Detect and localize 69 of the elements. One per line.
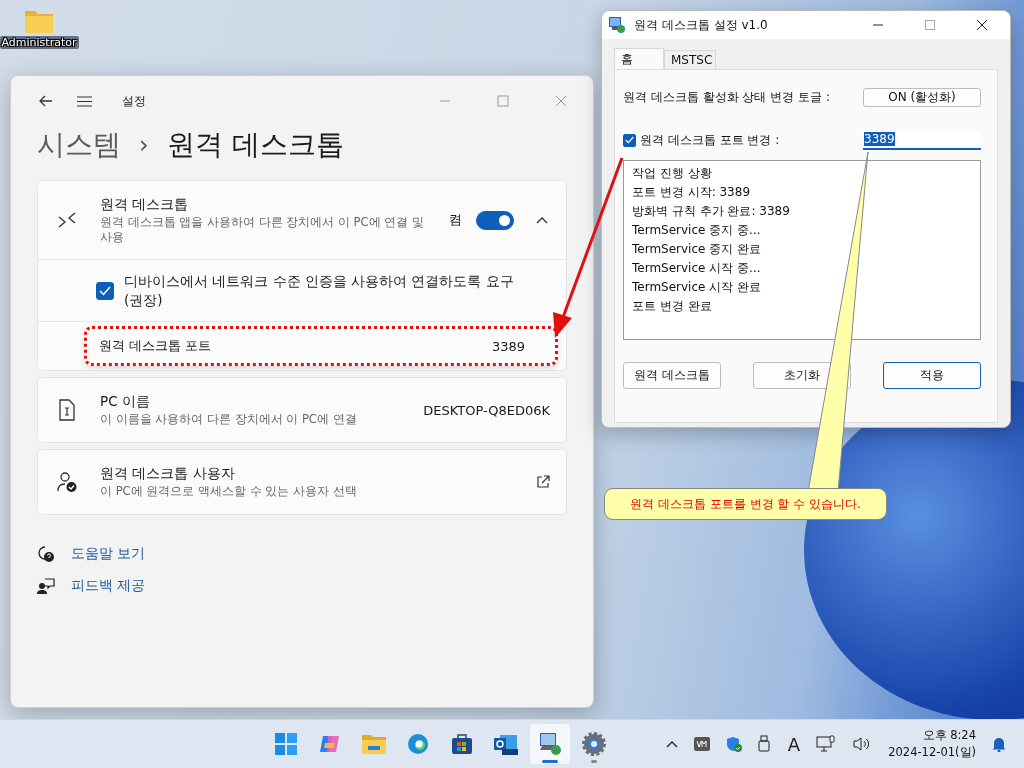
port-checkbox[interactable] — [623, 133, 636, 147]
checkbox-label: 원격 데스크톱 포트 변경 : — [640, 131, 780, 149]
shield-check-icon[interactable] — [725, 736, 742, 752]
setting-card[interactable]: 원격 데스크톱 사용자 이 PC에 원격으로 액세스할 수 있는 사용자 선택 — [37, 449, 567, 515]
log-line: TermService 중지 완료 — [632, 241, 763, 258]
action-button[interactable]: 적용 — [883, 362, 981, 389]
external-link-icon[interactable] — [536, 475, 550, 489]
setting-card[interactable]: PC 이름 이 이름을 사용하여 다른 장치에서 이 PC에 연결 DESKTOP-Q8ED06K — [37, 377, 567, 443]
port-input[interactable]: 3389 — [863, 130, 981, 150]
tab[interactable]: MSTSC — [664, 50, 716, 69]
chevron-icon[interactable] — [536, 216, 548, 224]
nla-checkbox[interactable] — [96, 281, 114, 300]
log-line: TermService 중지 중... — [632, 222, 762, 239]
toggle-label: 원격 데스크톱 활성화 상태 변경 토글 : — [623, 88, 830, 106]
clock-date[interactable]: 2024-12-01(일) — [888, 745, 976, 760]
close-icon[interactable] — [976, 19, 988, 31]
setting-description: 원격 데스크톱 앱을 사용하여 다른 장치에서 이 PC에 연결 및 사용 — [100, 214, 425, 245]
mail-icon — [494, 733, 518, 755]
help-icon — [37, 545, 55, 563]
window-title: 설정 — [122, 92, 146, 110]
remote-desktop-icon — [56, 210, 78, 230]
menu-icon[interactable] — [77, 95, 92, 107]
windows-logo-icon — [275, 733, 297, 755]
computer-icon — [538, 732, 562, 756]
window-title: 원격 데스크톱 설정 v1.0 — [634, 16, 768, 34]
log-line: TermService 시작 완료 — [632, 279, 763, 296]
clock-time[interactable]: 오후 8:24 — [922, 728, 976, 743]
setting-title: 원격 데스크톱 — [100, 195, 190, 214]
network-icon[interactable] — [816, 735, 837, 753]
document-icon — [56, 399, 78, 421]
port-value: 3389 — [491, 338, 525, 354]
setting-title: 원격 데스크톱 사용자 — [100, 465, 236, 483]
store-icon — [451, 733, 473, 755]
folder-icon — [362, 734, 386, 754]
tab[interactable]: 홈 — [614, 48, 664, 69]
notification-bell-icon[interactable] — [992, 736, 1006, 752]
user-check-icon — [56, 471, 78, 493]
toggle-state-label: 켬 — [449, 211, 462, 229]
setting-title: PC 이름 — [100, 393, 151, 411]
copilot-icon — [319, 733, 341, 755]
toggle-button[interactable]: ON (활성화) — [863, 87, 981, 107]
breadcrumb-separator: › — [139, 131, 149, 159]
help-link[interactable]: 도움말 보기 — [71, 545, 146, 563]
settings-icon — [582, 732, 606, 756]
checkbox-label: 디바이스에서 네트워크 수준 인증을 사용하여 연결하도록 요구 (권장) — [124, 271, 515, 310]
browser-icon — [407, 733, 429, 755]
breadcrumb-parent[interactable]: 시스템 — [37, 126, 121, 164]
log-line: TermService 시작 중... — [632, 260, 762, 277]
setting-description: 이 이름을 사용하여 다른 장치에서 이 PC에 연결 — [100, 412, 358, 427]
usb-drive-icon[interactable] — [757, 735, 772, 753]
page-title: 원격 데스크톱 — [166, 127, 344, 163]
log-line: 작업 진행 상황 — [632, 165, 713, 182]
feedback-icon — [37, 577, 55, 595]
log-line: 포트 변경 완료 — [632, 298, 713, 315]
remote-desktop-toggle[interactable] — [476, 210, 514, 230]
input-method-indicator[interactable]: A — [787, 733, 801, 755]
action-button[interactable]: 원격 데스크톱 — [623, 362, 721, 389]
chevron-up-icon[interactable] — [665, 740, 678, 748]
back-arrow-icon[interactable] — [39, 95, 53, 107]
callout-bubble: 원격 데스크톱 포트를 변경 할 수 있습니다. — [604, 488, 887, 520]
taskbar-button[interactable] — [530, 724, 570, 764]
setting-description: 이 PC에 원격으로 액세스할 수 있는 사용자 선택 — [100, 484, 358, 499]
pc-name-value: DESKTOP-Q8ED06K — [423, 402, 550, 418]
port-label: 원격 데스크톱 포트 — [99, 337, 212, 355]
computer-icon — [608, 16, 626, 34]
help-link[interactable]: 피드백 제공 — [71, 577, 146, 595]
log-line: 포트 변경 시작: 3389 — [632, 184, 752, 201]
log-line: 방화벽 규칙 추가 완료: 3389 — [632, 203, 791, 220]
vm-icon[interactable] — [693, 737, 710, 751]
